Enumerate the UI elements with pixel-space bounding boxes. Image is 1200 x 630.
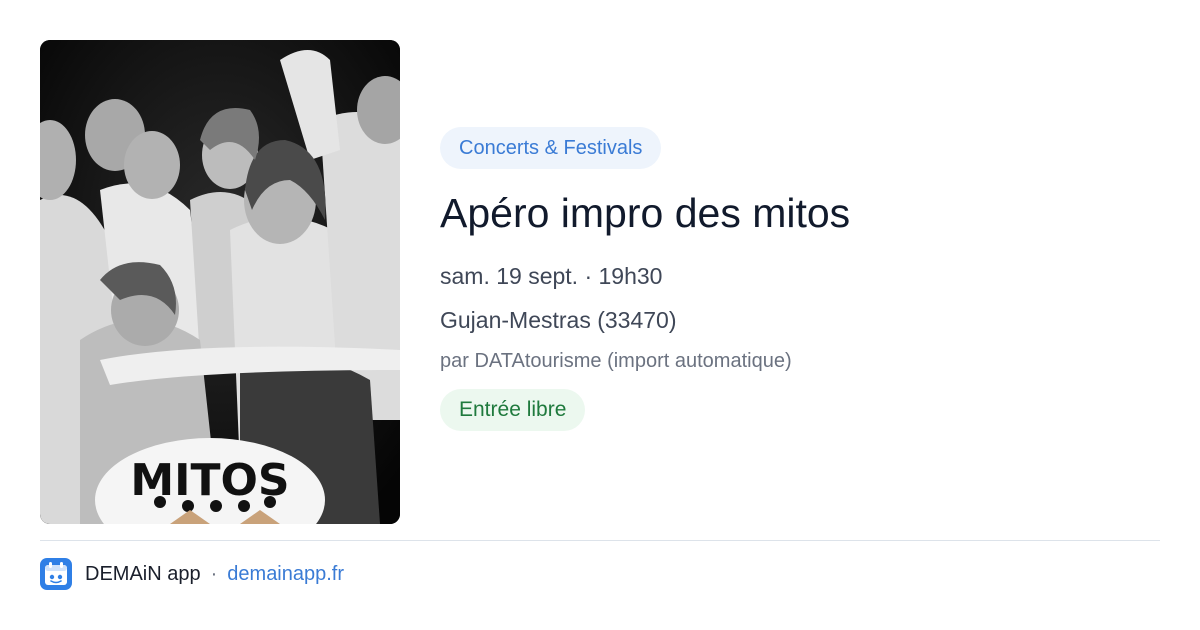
domain-link[interactable]: demainapp.fr xyxy=(227,563,344,586)
price-badge: Entrée libre xyxy=(440,389,586,431)
category-badge[interactable]: Concerts & Festivals xyxy=(440,127,662,169)
event-card[interactable]: MITOS Concerts & Festivals Apéro impro d… xyxy=(0,0,1200,630)
event-location: Gujan-Mestras (33470) xyxy=(440,307,677,333)
event-info: Concerts & Festivals Apéro impro des mit… xyxy=(440,127,1160,431)
event-datetime: sam. 19 sept. · 19h30 xyxy=(440,263,663,289)
demain-app-icon xyxy=(40,558,72,590)
app-name: DEMAiN app xyxy=(85,562,201,585)
footer: DEMAiN app · demainapp.fr xyxy=(40,558,344,590)
event-photo: MITOS xyxy=(40,40,400,524)
footer-divider xyxy=(40,540,1160,541)
event-source: par DATAtourisme (import automatique) xyxy=(440,350,792,372)
footer-separator: · xyxy=(210,562,218,585)
event-title[interactable]: Apéro impro des mitos xyxy=(440,187,1160,239)
